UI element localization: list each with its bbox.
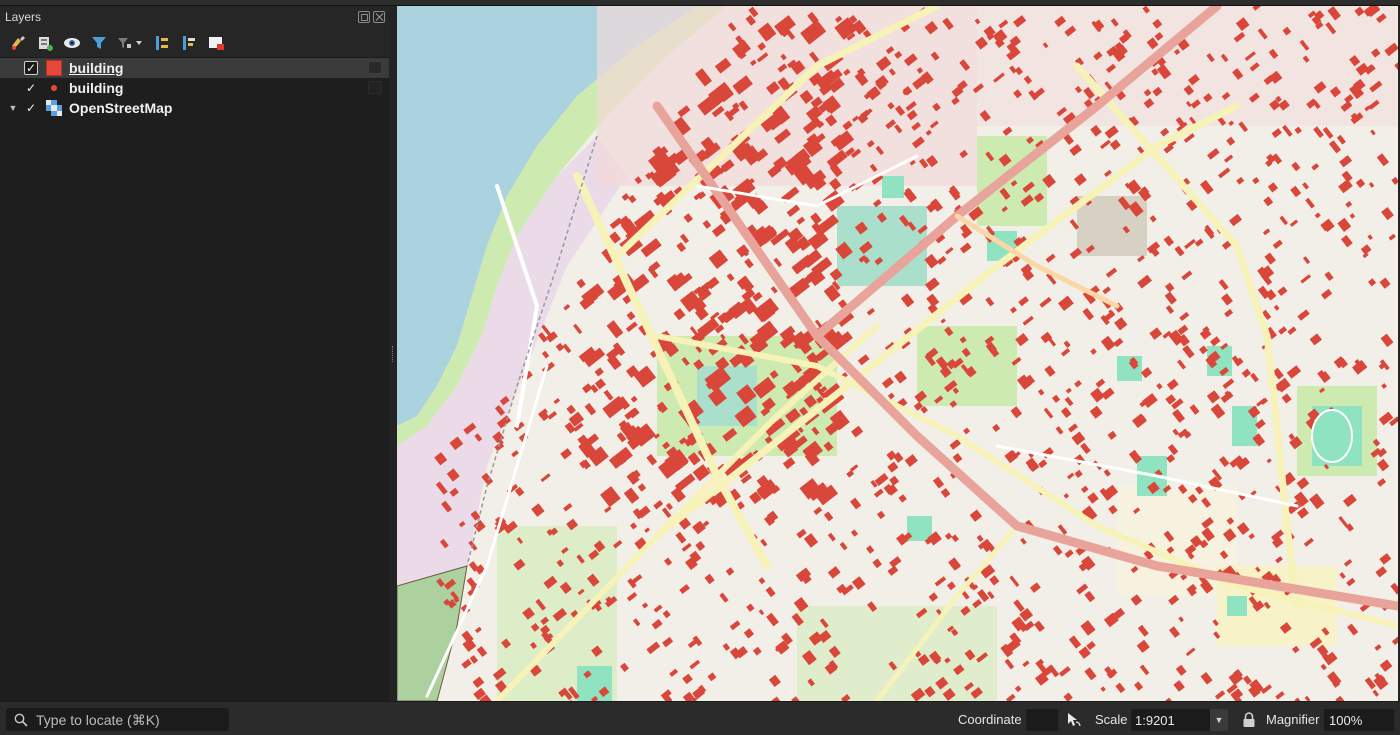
- magnifier-field[interactable]: 100%: [1324, 709, 1394, 731]
- layer-visibility-checkbox[interactable]: ✓: [24, 81, 38, 95]
- add-group-icon[interactable]: [35, 33, 54, 52]
- layer-name: building: [69, 60, 124, 76]
- layer-row-building-polygon[interactable]: ✓ building: [0, 58, 389, 78]
- scale-value[interactable]: 1:9201: [1135, 713, 1210, 728]
- qgis-window: Layers ✓ building ✓ building ▼ ✓ OpenStr…: [0, 0, 1400, 735]
- float-panel-icon[interactable]: [358, 11, 370, 23]
- locator-input[interactable]: [36, 711, 226, 728]
- expand-all-icon[interactable]: [152, 33, 171, 52]
- fill-symbol-icon: [46, 60, 62, 76]
- layer-tree: ✓ building ✓ building ▼ ✓ OpenStreetMap: [0, 58, 389, 118]
- chevron-down-icon[interactable]: ▼: [1210, 709, 1228, 731]
- magnifier-value[interactable]: 100%: [1329, 713, 1362, 728]
- coordinate-field[interactable]: [1026, 709, 1058, 731]
- layer-indicator-icon[interactable]: [368, 81, 382, 94]
- scale-combobox[interactable]: 1:9201 ▼: [1131, 709, 1228, 731]
- layer-row-building-point[interactable]: ✓ building: [0, 78, 389, 98]
- stadium: [1311, 409, 1353, 463]
- expand-arrow-icon[interactable]: ▼: [6, 103, 20, 113]
- coordinate-label: Coordinate: [958, 712, 1022, 727]
- layer-visibility-checkbox[interactable]: ✓: [24, 101, 38, 115]
- splitter-grip[interactable]: [392, 346, 394, 362]
- map-canvas[interactable]: [397, 6, 1398, 701]
- point-symbol-icon: [46, 80, 62, 96]
- remove-layer-icon[interactable]: [206, 33, 225, 52]
- open-layer-styling-icon[interactable]: [8, 33, 27, 52]
- layers-toolbar: [0, 28, 389, 58]
- layer-visibility-checkbox[interactable]: ✓: [24, 61, 38, 75]
- close-panel-icon[interactable]: [373, 11, 385, 23]
- collapse-all-icon[interactable]: [179, 33, 198, 52]
- panel-splitter[interactable]: [389, 6, 397, 701]
- filter-legend-icon[interactable]: [89, 33, 108, 52]
- layer-name: building: [69, 80, 124, 96]
- search-icon: [14, 713, 28, 727]
- map-rendering[interactable]: [397, 6, 1398, 701]
- scale-label: Scale: [1095, 712, 1128, 727]
- raster-layer-icon: [46, 100, 62, 116]
- magnifier-label: Magnifier: [1266, 712, 1320, 727]
- status-bar: Coordinate Scale 1:9201 ▼ Magnifier 100%: [0, 701, 1400, 735]
- panel-title: Layers: [5, 10, 42, 24]
- locator-bar[interactable]: [6, 708, 229, 731]
- lock-scale-icon[interactable]: [1242, 712, 1256, 728]
- layer-indicator-icon[interactable]: [368, 61, 382, 74]
- layer-name: OpenStreetMap: [69, 100, 173, 116]
- panel-header-buttons: [358, 11, 389, 23]
- layers-panel-header: Layers: [0, 6, 389, 28]
- layer-row-openstreetmap[interactable]: ▼ ✓ OpenStreetMap: [0, 98, 389, 118]
- layers-panel: Layers ✓ building ✓ building ▼ ✓ OpenStr…: [0, 6, 389, 701]
- mouse-coordinate-toggle-icon[interactable]: [1064, 711, 1082, 729]
- filter-by-expression-icon[interactable]: [116, 33, 144, 52]
- manage-map-themes-icon[interactable]: [62, 33, 81, 52]
